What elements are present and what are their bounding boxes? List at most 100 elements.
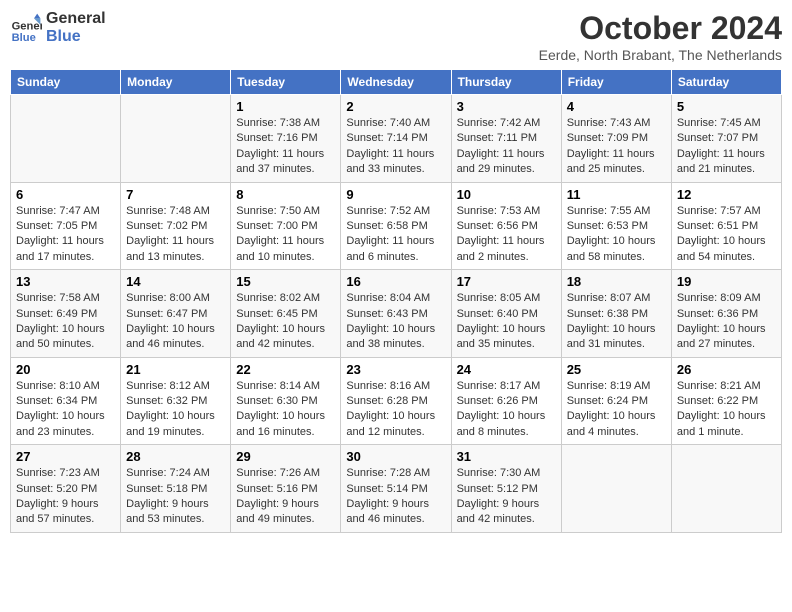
- title-block: October 2024 Eerde, North Brabant, The N…: [539, 10, 782, 63]
- day-number: 19: [677, 274, 776, 289]
- day-info: Sunrise: 7:53 AMSunset: 6:56 PMDaylight:…: [457, 204, 556, 266]
- logo: General Blue General Blue: [10, 10, 106, 45]
- calendar-cell: 8 Sunrise: 7:50 AMSunset: 7:00 PMDaylight…: [231, 182, 341, 270]
- day-info: Sunrise: 8:00 AMSunset: 6:47 PMDaylight:…: [126, 291, 225, 353]
- calendar-cell: [561, 445, 671, 533]
- day-number: 20: [16, 362, 115, 377]
- day-info: Sunrise: 8:09 AMSunset: 6:36 PMDaylight:…: [677, 291, 776, 353]
- day-info: Sunrise: 7:58 AMSunset: 6:49 PMDaylight:…: [16, 291, 115, 353]
- day-number: 23: [346, 362, 445, 377]
- weekday-header: Tuesday: [231, 70, 341, 95]
- day-number: 3: [457, 99, 556, 114]
- svg-text:Blue: Blue: [12, 31, 36, 43]
- day-number: 24: [457, 362, 556, 377]
- calendar-cell: 16Sunrise: 8:04 AMSunset: 6:43 PMDayligh…: [341, 270, 451, 358]
- day-info: Sunrise: 8:04 AMSunset: 6:43 PMDaylight:…: [346, 291, 445, 353]
- day-number: 5: [677, 99, 776, 114]
- calendar-cell: 2Sunrise: 7:40 AMSunset: 7:14 PMDaylight…: [341, 95, 451, 183]
- day-info: Sunrise: 8:07 AMSunset: 6:38 PMDaylight:…: [567, 291, 666, 353]
- day-info: Sunrise: 7:42 AMSunset: 7:11 PMDaylight:…: [457, 116, 556, 178]
- weekday-header: Monday: [121, 70, 231, 95]
- calendar-cell: 24 Sunrise: 8:17 AMSunset: 6:26 PMDayligh…: [451, 357, 561, 445]
- day-number: 8: [236, 187, 335, 202]
- day-info: Sunrise: 7:52 AMSunset: 6:58 PMDaylight:…: [346, 204, 445, 266]
- calendar-cell: 28Sunrise: 7:24 AMSunset: 5:18 PMDayligh…: [121, 445, 231, 533]
- calendar-cell: 26 Sunrise: 8:21 AMSunset: 6:22 PMDayligh…: [671, 357, 781, 445]
- weekday-header: Thursday: [451, 70, 561, 95]
- day-number: 28: [126, 449, 225, 464]
- day-info: Sunrise: 7:26 AMSunset: 5:16 PMDaylight:…: [236, 466, 335, 528]
- calendar-cell: [671, 445, 781, 533]
- day-info: Sunrise: 7:55 AMSunset: 6:53 PMDaylight:…: [567, 204, 666, 266]
- calendar-cell: 13Sunrise: 7:58 AMSunset: 6:49 PMDayligh…: [11, 270, 121, 358]
- calendar-cell: 22Sunrise: 8:14 AMSunset: 6:30 PMDayligh…: [231, 357, 341, 445]
- calendar-cell: 30 Sunrise: 7:28 AMSunset: 5:14 PMDayligh…: [341, 445, 451, 533]
- day-number: 26: [677, 362, 776, 377]
- location: Eerde, North Brabant, The Netherlands: [539, 47, 782, 63]
- calendar-cell: 3 Sunrise: 7:42 AMSunset: 7:11 PMDaylight…: [451, 95, 561, 183]
- day-number: 30: [346, 449, 445, 464]
- calendar-cell: 29 Sunrise: 7:26 AMSunset: 5:16 PMDayligh…: [231, 445, 341, 533]
- calendar-week-row: 6 Sunrise: 7:47 AMSunset: 7:05 PMDaylight…: [11, 182, 782, 270]
- day-info: Sunrise: 7:23 AMSunset: 5:20 PMDaylight:…: [16, 466, 115, 528]
- day-info: Sunrise: 7:38 AMSunset: 7:16 PMDaylight:…: [236, 116, 335, 178]
- page-header: General Blue General Blue October 2024 E…: [10, 10, 782, 63]
- calendar-week-row: 13Sunrise: 7:58 AMSunset: 6:49 PMDayligh…: [11, 270, 782, 358]
- calendar-week-row: 27 Sunrise: 7:23 AMSunset: 5:20 PMDayligh…: [11, 445, 782, 533]
- day-number: 4: [567, 99, 666, 114]
- day-info: Sunrise: 7:28 AMSunset: 5:14 PMDaylight:…: [346, 466, 445, 528]
- logo-line1: General: [46, 10, 106, 28]
- day-info: Sunrise: 8:17 AMSunset: 6:26 PMDaylight:…: [457, 379, 556, 441]
- day-number: 9: [346, 187, 445, 202]
- day-number: 21: [126, 362, 225, 377]
- svg-text:General: General: [12, 20, 42, 32]
- day-number: 12: [677, 187, 776, 202]
- day-number: 22: [236, 362, 335, 377]
- calendar-cell: 14Sunrise: 8:00 AMSunset: 6:47 PMDayligh…: [121, 270, 231, 358]
- calendar-cell: 12 Sunrise: 7:57 AMSunset: 6:51 PMDayligh…: [671, 182, 781, 270]
- calendar-cell: 25Sunrise: 8:19 AMSunset: 6:24 PMDayligh…: [561, 357, 671, 445]
- calendar-cell: 6 Sunrise: 7:47 AMSunset: 7:05 PMDaylight…: [11, 182, 121, 270]
- day-info: Sunrise: 7:45 AMSunset: 7:07 PMDaylight:…: [677, 116, 776, 178]
- day-number: 29: [236, 449, 335, 464]
- weekday-header: Saturday: [671, 70, 781, 95]
- calendar-cell: 1 Sunrise: 7:38 AMSunset: 7:16 PMDaylight…: [231, 95, 341, 183]
- calendar-cell: 21 Sunrise: 8:12 AMSunset: 6:32 PMDayligh…: [121, 357, 231, 445]
- day-number: 1: [236, 99, 335, 114]
- day-info: Sunrise: 8:12 AMSunset: 6:32 PMDaylight:…: [126, 379, 225, 441]
- calendar-body: 1 Sunrise: 7:38 AMSunset: 7:16 PMDaylight…: [11, 95, 782, 533]
- day-info: Sunrise: 8:19 AMSunset: 6:24 PMDaylight:…: [567, 379, 666, 441]
- calendar-cell: 15 Sunrise: 8:02 AMSunset: 6:45 PMDayligh…: [231, 270, 341, 358]
- calendar-cell: [11, 95, 121, 183]
- day-number: 7: [126, 187, 225, 202]
- calendar-cell: 11 Sunrise: 7:55 AMSunset: 6:53 PMDayligh…: [561, 182, 671, 270]
- logo-line2: Blue: [46, 28, 106, 46]
- calendar-cell: 18Sunrise: 8:07 AMSunset: 6:38 PMDayligh…: [561, 270, 671, 358]
- day-number: 6: [16, 187, 115, 202]
- day-info: Sunrise: 8:21 AMSunset: 6:22 PMDaylight:…: [677, 379, 776, 441]
- day-number: 11: [567, 187, 666, 202]
- calendar-cell: 7Sunrise: 7:48 AMSunset: 7:02 PMDaylight…: [121, 182, 231, 270]
- calendar-week-row: 1 Sunrise: 7:38 AMSunset: 7:16 PMDaylight…: [11, 95, 782, 183]
- calendar-cell: 17Sunrise: 8:05 AMSunset: 6:40 PMDayligh…: [451, 270, 561, 358]
- day-info: Sunrise: 7:47 AMSunset: 7:05 PMDaylight:…: [16, 204, 115, 266]
- day-info: Sunrise: 8:02 AMSunset: 6:45 PMDaylight:…: [236, 291, 335, 353]
- calendar-header-row: SundayMondayTuesdayWednesdayThursdayFrid…: [11, 70, 782, 95]
- day-info: Sunrise: 7:50 AMSunset: 7:00 PMDaylight:…: [236, 204, 335, 266]
- day-number: 27: [16, 449, 115, 464]
- day-info: Sunrise: 7:43 AMSunset: 7:09 PMDaylight:…: [567, 116, 666, 178]
- day-number: 15: [236, 274, 335, 289]
- weekday-header: Sunday: [11, 70, 121, 95]
- calendar-cell: 31Sunrise: 7:30 AMSunset: 5:12 PMDayligh…: [451, 445, 561, 533]
- calendar-cell: [121, 95, 231, 183]
- weekday-header: Friday: [561, 70, 671, 95]
- calendar-cell: 20 Sunrise: 8:10 AMSunset: 6:34 PMDayligh…: [11, 357, 121, 445]
- day-number: 17: [457, 274, 556, 289]
- day-info: Sunrise: 8:10 AMSunset: 6:34 PMDaylight:…: [16, 379, 115, 441]
- month-title: October 2024: [539, 10, 782, 47]
- day-number: 10: [457, 187, 556, 202]
- day-info: Sunrise: 7:57 AMSunset: 6:51 PMDaylight:…: [677, 204, 776, 266]
- calendar-week-row: 20 Sunrise: 8:10 AMSunset: 6:34 PMDayligh…: [11, 357, 782, 445]
- day-info: Sunrise: 8:16 AMSunset: 6:28 PMDaylight:…: [346, 379, 445, 441]
- calendar-cell: 9 Sunrise: 7:52 AMSunset: 6:58 PMDaylight…: [341, 182, 451, 270]
